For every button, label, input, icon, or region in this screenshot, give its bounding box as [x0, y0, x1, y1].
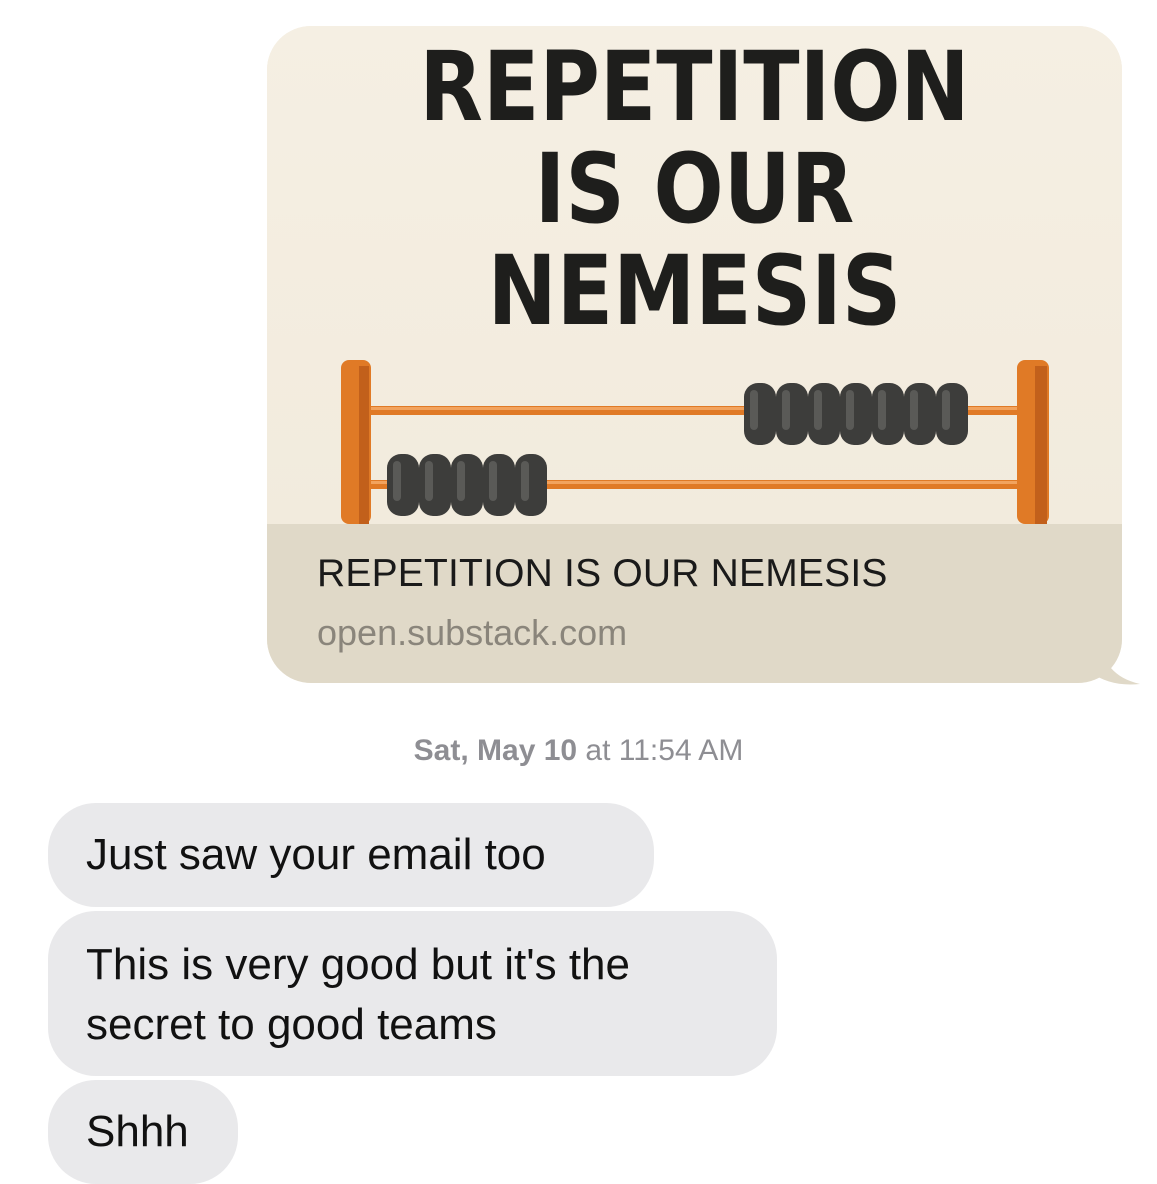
- bubble-tail-icon: [1090, 640, 1140, 685]
- link-preview-footer[interactable]: REPETITION IS OUR NEMESIS open.substack.…: [267, 524, 1122, 683]
- link-title: REPETITION IS OUR NEMESIS: [317, 552, 888, 595]
- abacus-right-post-shade: [1035, 366, 1047, 524]
- timestamp-time: at 11:54 AM: [577, 734, 744, 767]
- incoming-message-bubble[interactable]: Just saw your email too: [48, 803, 654, 907]
- message-text-line: This is very good but it's the: [86, 940, 630, 989]
- message-text: Just saw your email too: [86, 830, 546, 879]
- link-domain: open.substack.com: [317, 612, 628, 653]
- message-timestamp: Sat, May 10 at 11:54 AM: [0, 734, 1157, 768]
- link-preview-bubble[interactable]: REPETITION IS OUR NEMESIS REPETITION IS …: [267, 26, 1122, 683]
- timestamp-day: Sat, May 10: [413, 734, 578, 767]
- abacus-illustration-icon: [341, 360, 1049, 524]
- message-text-line: secret to good teams: [86, 1000, 497, 1049]
- link-preview-image: REPETITION IS OUR NEMESIS: [267, 26, 1122, 524]
- incoming-message-bubble[interactable]: This is very good but it's the secret to…: [48, 911, 777, 1076]
- message-text: Shhh: [86, 1107, 189, 1156]
- abacus-top-beads: [744, 383, 968, 445]
- incoming-message-bubble[interactable]: Shhh: [48, 1080, 238, 1184]
- abacus-left-post-shade: [359, 366, 369, 524]
